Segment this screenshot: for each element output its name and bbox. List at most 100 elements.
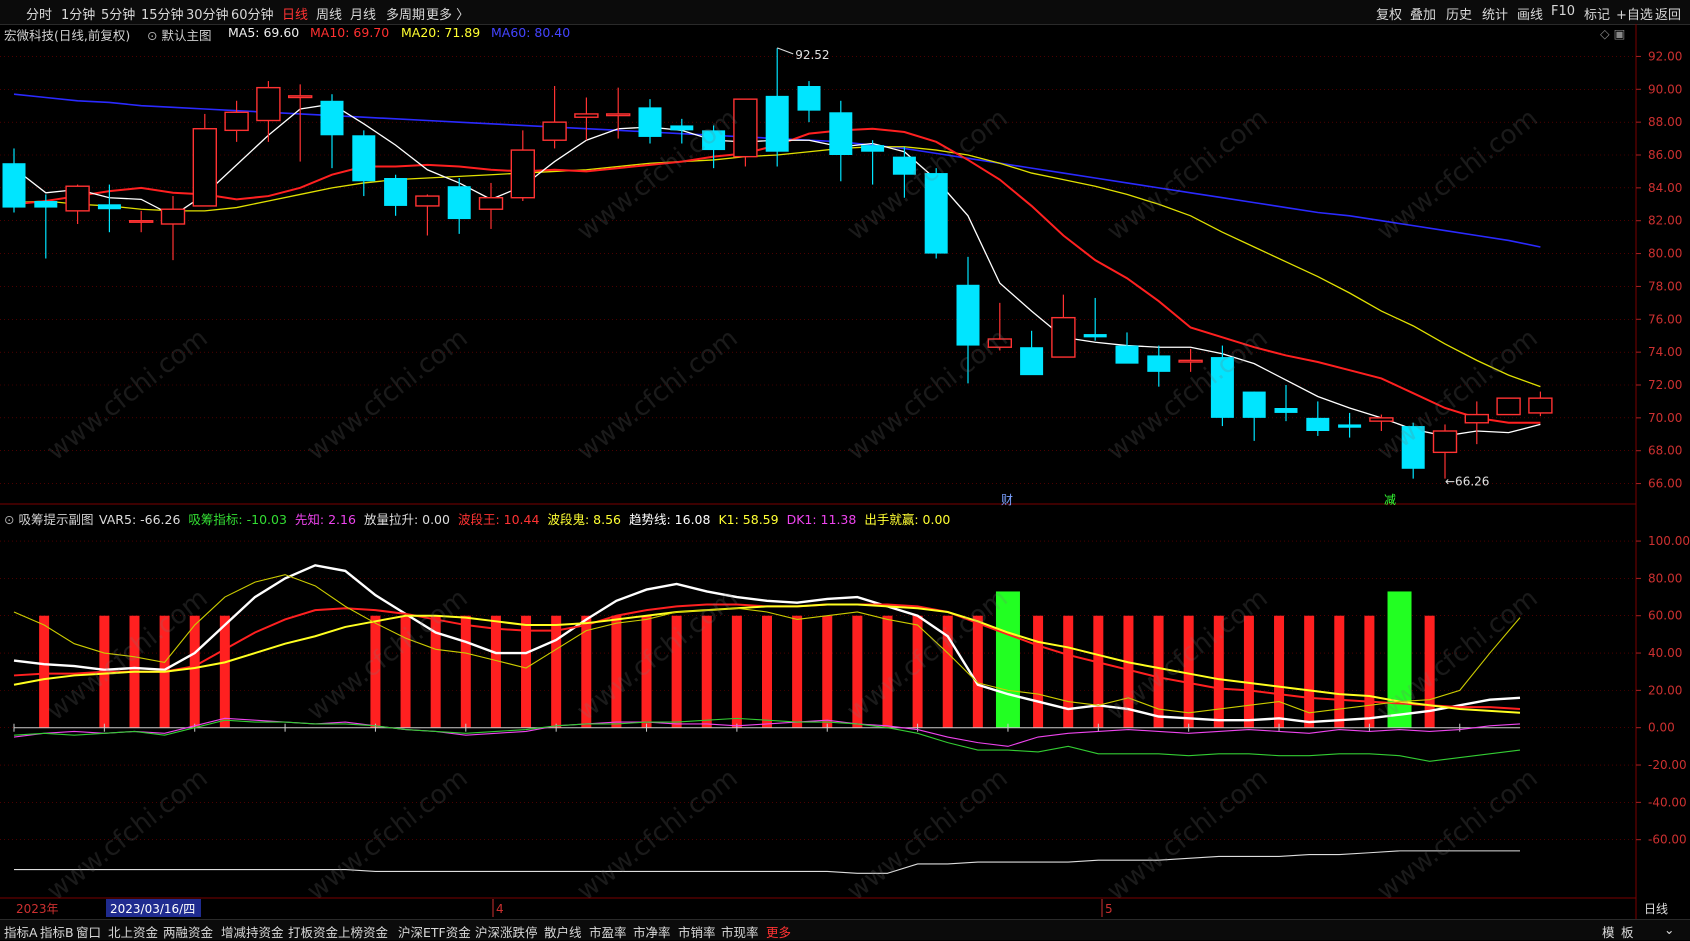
high-label: 92.52 bbox=[795, 48, 829, 62]
candle-body-19 bbox=[606, 113, 631, 117]
stock-chart[interactable]: 66.00 68.00 70.00 72.00 74.00 76.00 78.00 80.00… bbox=[0, 0, 1690, 939]
candle-body-46 bbox=[1464, 413, 1490, 424]
main-ytick-label-6: 78.00 bbox=[1648, 279, 1682, 293]
red-bar-17 bbox=[701, 615, 712, 728]
date-year-label: 2023年 bbox=[16, 902, 59, 916]
red-bar-38 bbox=[1334, 615, 1345, 728]
bottom-tab-6[interactable]: 打板资金 bbox=[288, 922, 338, 941]
main-ytick-label-3: 72.00 bbox=[1648, 378, 1682, 392]
candle-body-6 bbox=[192, 128, 218, 207]
bottom-right-1[interactable]: 板 bbox=[1621, 922, 1634, 941]
bottom-tab-8[interactable]: 沪深ETF资金 bbox=[398, 922, 471, 941]
red-bar-11 bbox=[521, 615, 532, 728]
candle-body-13 bbox=[415, 195, 440, 207]
sub-ytick-label-6: -20.00 bbox=[1648, 758, 1687, 772]
date-selected-label: 2023/03/16/四 bbox=[110, 902, 195, 916]
bottom-tab-3[interactable]: 北上资金 bbox=[108, 922, 158, 941]
candle-body-5 bbox=[160, 208, 186, 225]
cai-marker: 财 bbox=[1001, 493, 1013, 507]
bottom-tab-2[interactable]: 窗口 bbox=[76, 922, 101, 941]
candle-body-27 bbox=[861, 145, 885, 152]
signal-bars bbox=[39, 591, 1435, 728]
red-bar-21 bbox=[822, 615, 833, 728]
candle-body-32 bbox=[1020, 347, 1044, 376]
main-ytick-label-8: 82.00 bbox=[1648, 214, 1682, 228]
sub-ytick-label-0: 100.00 bbox=[1648, 534, 1690, 548]
bottom-right-0[interactable]: 模 bbox=[1602, 922, 1615, 941]
red-bar-32 bbox=[1153, 615, 1164, 728]
red-bar-10 bbox=[490, 615, 501, 728]
red-bar-18 bbox=[731, 615, 742, 728]
chart-settings-icon[interactable]: ⊙ bbox=[147, 28, 161, 43]
sub-ytick-label-3: 40.00 bbox=[1648, 646, 1682, 660]
candle-body-41 bbox=[1306, 417, 1330, 431]
candle-body-44 bbox=[1401, 426, 1425, 469]
bottom-tab-0[interactable]: 指标A bbox=[4, 922, 38, 941]
candle-body-40 bbox=[1274, 408, 1298, 413]
main-chart-name[interactable]: ⊙ 默认主图 bbox=[147, 25, 211, 44]
candle-body-35 bbox=[1115, 345, 1139, 364]
bottom-tab-4[interactable]: 两融资金 bbox=[163, 922, 213, 941]
bottom-tab-12[interactable]: 市净率 bbox=[633, 922, 671, 941]
red-bar-39 bbox=[1364, 615, 1375, 728]
main-ytick-label-0: 66.00 bbox=[1648, 477, 1682, 491]
bottom-tab-15[interactable]: 更多 bbox=[766, 922, 791, 941]
candle-body-36 bbox=[1147, 355, 1171, 372]
sub-value-1: 吸筹指标: -10.03 bbox=[188, 512, 287, 527]
red-bar-24 bbox=[912, 615, 923, 728]
bottom-tab-13[interactable]: 市销率 bbox=[678, 922, 716, 941]
bottom-tab-1[interactable]: 指标B bbox=[40, 922, 74, 941]
red-bar-4 bbox=[189, 615, 200, 728]
bottom-tab-9[interactable]: 沪深涨跌停 bbox=[475, 922, 538, 941]
candle-body-30 bbox=[956, 284, 980, 346]
chart-window-icons[interactable]: ◇ ▣ bbox=[1600, 26, 1625, 41]
candle-body-0 bbox=[2, 163, 26, 208]
sub-chart-header: ⊙ 吸筹提示副图 bbox=[4, 509, 93, 528]
sub-ytick-label-5: 0.00 bbox=[1648, 721, 1675, 735]
candle-body-34 bbox=[1083, 334, 1107, 338]
red-bar-28 bbox=[1033, 615, 1044, 728]
high-marker-line bbox=[777, 47, 794, 55]
ma20-value: MA20: 71.89 bbox=[401, 25, 481, 40]
main-ytick-label-12: 90.00 bbox=[1648, 82, 1682, 96]
candle-body-11 bbox=[352, 135, 376, 182]
sub-ytick-label-7: -40.00 bbox=[1648, 795, 1687, 809]
red-bar-5 bbox=[219, 615, 230, 728]
sub-value-3: 放量拉升: 0.00 bbox=[363, 512, 450, 527]
low-label: ←66.26 bbox=[1445, 474, 1489, 488]
red-bar-26 bbox=[972, 615, 983, 728]
red-bar-9 bbox=[460, 615, 471, 728]
bottom-tab-7[interactable]: 上榜资金 bbox=[338, 922, 388, 941]
candle-body-17 bbox=[542, 121, 567, 141]
red-bar-29 bbox=[1063, 615, 1074, 728]
main-ytick-label-11: 88.00 bbox=[1648, 115, 1682, 129]
candle-body-25 bbox=[797, 86, 821, 111]
candle-body-28 bbox=[892, 156, 916, 175]
chart-name-label: 默认主图 bbox=[161, 28, 212, 43]
candle-body-1 bbox=[34, 201, 58, 208]
candle-body-20 bbox=[638, 107, 662, 137]
candle-body-38 bbox=[1210, 357, 1234, 418]
bottom-tab-14[interactable]: 市现率 bbox=[721, 922, 759, 941]
bottom-tab-5[interactable]: 增减持资金 bbox=[221, 922, 284, 941]
sub-ytick-label-2: 60.00 bbox=[1648, 609, 1682, 623]
candle-body-16 bbox=[510, 149, 535, 199]
candle-body-29 bbox=[924, 173, 948, 254]
candle-body-24 bbox=[765, 95, 789, 152]
date-month-4: 4 bbox=[496, 902, 504, 916]
sub-ytick-label-4: 20.00 bbox=[1648, 683, 1682, 697]
green-bar-1 bbox=[1387, 591, 1412, 728]
ma10-value: MA10: 69.70 bbox=[310, 25, 390, 40]
date-month-5: 5 bbox=[1105, 902, 1113, 916]
candle-body-10 bbox=[320, 100, 344, 136]
jian-marker: 减 bbox=[1384, 493, 1396, 507]
main-ytick-label-10: 86.00 bbox=[1648, 148, 1682, 162]
sub-settings-icon[interactable]: ⊙ bbox=[4, 512, 18, 527]
bottom-tab-10[interactable]: 散户线 bbox=[544, 922, 582, 941]
bottom-tab-11[interactable]: 市盈率 bbox=[589, 922, 627, 941]
red-bar-14 bbox=[611, 615, 622, 728]
red-bar-22 bbox=[852, 615, 863, 728]
bottom-right-2[interactable]: ⌄ bbox=[1664, 922, 1674, 937]
main-ytick-label-5: 76.00 bbox=[1648, 312, 1682, 326]
candle-body-15 bbox=[478, 197, 504, 210]
